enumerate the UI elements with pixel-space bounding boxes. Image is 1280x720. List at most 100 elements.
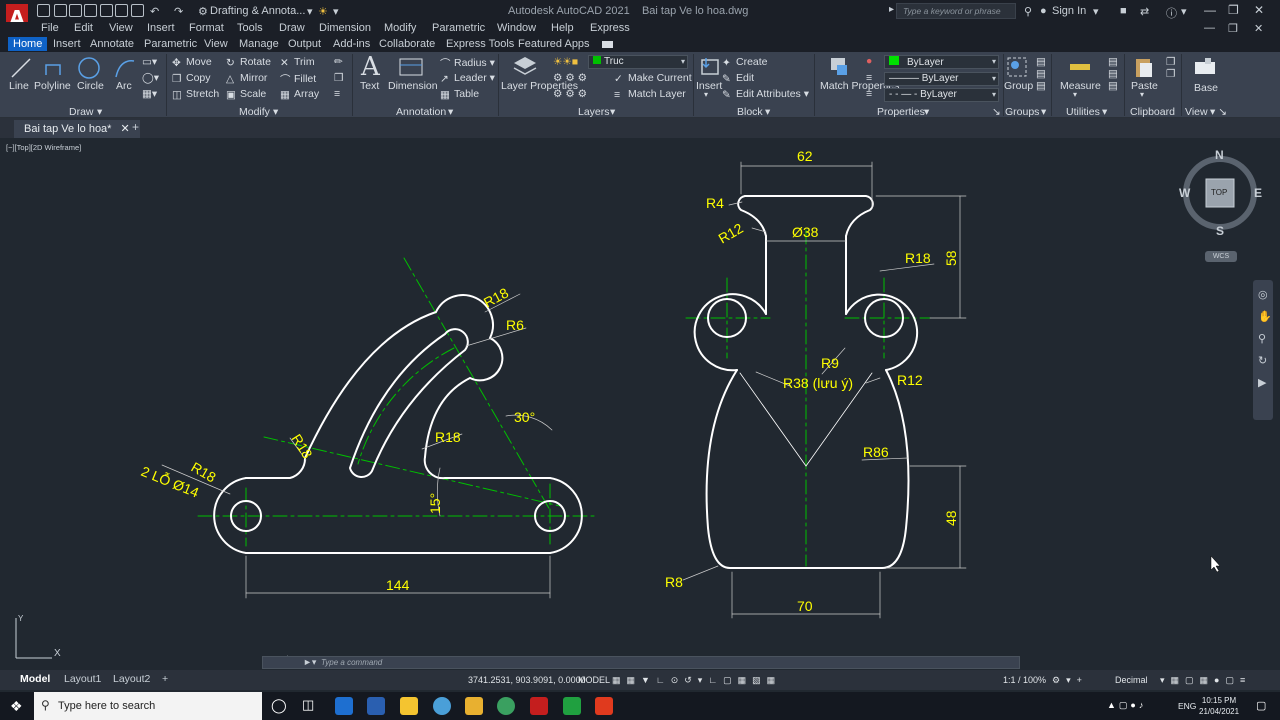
create-block-button[interactable]: ✦ Create xyxy=(722,56,768,69)
tab-collaborate[interactable]: Collaborate xyxy=(379,38,435,50)
ribbon-minimize-icon[interactable] xyxy=(602,41,613,48)
group-tool-icons[interactable]: ▤ ▤ ▤ xyxy=(1036,56,1046,92)
camtasia-icon[interactable] xyxy=(563,697,581,715)
cart-icon[interactable]: ■ xyxy=(1120,5,1127,17)
properties-panel-title[interactable]: Properties xyxy=(877,106,925,118)
menu-format[interactable]: Format xyxy=(189,22,224,34)
units-selector[interactable]: Decimal xyxy=(1115,675,1148,685)
save-icon[interactable] xyxy=(69,4,82,17)
paste-button[interactable]: Paste xyxy=(1131,80,1158,92)
save-web-icon[interactable] xyxy=(115,4,128,17)
menu-dimension[interactable]: Dimension xyxy=(319,22,371,34)
undo-icon[interactable]: ↶ xyxy=(150,5,159,18)
edge-icon[interactable] xyxy=(433,697,451,715)
menu-file[interactable]: File xyxy=(41,22,59,34)
stretch-button[interactable]: ◫ Stretch xyxy=(172,88,219,101)
tab-parametric[interactable]: Parametric xyxy=(144,38,197,50)
menu-modify[interactable]: Modify xyxy=(384,22,416,34)
showmotion-icon[interactable]: ▶ xyxy=(1258,376,1266,389)
utility-tool-icons[interactable]: ▤ ▤ ▤ xyxy=(1108,56,1118,92)
clipboard-tool-icons[interactable]: ❐ ❐ xyxy=(1166,56,1175,80)
lineweight-dropdown[interactable]: ——— ByLayer ▾ xyxy=(884,72,999,86)
circle-button[interactable]: Circle xyxy=(77,80,104,92)
taskbar-search[interactable]: ⚲ Type here to search xyxy=(34,692,262,720)
make-current-button[interactable]: ✓ Make Current xyxy=(614,72,692,85)
cmdline-prompt-icon[interactable]: ►▾ xyxy=(303,657,316,668)
tab-view[interactable]: View xyxy=(204,38,228,50)
status-tool-icons[interactable]: ▾▦▢▦●▢≡ xyxy=(1160,675,1251,686)
menu-parametric[interactable]: Parametric xyxy=(432,22,485,34)
hatch-icon[interactable]: ◯▾ xyxy=(142,72,159,84)
menu-draw[interactable]: Draw xyxy=(279,22,305,34)
measure-dropdown-icon[interactable]: ▾ xyxy=(1073,90,1077,99)
sticky-notes-icon[interactable] xyxy=(400,697,418,715)
tab-annotate[interactable]: Annotate xyxy=(90,38,134,50)
insert-dropdown-icon[interactable]: ▾ xyxy=(704,90,708,99)
close-icon[interactable]: ✕ xyxy=(1254,3,1264,17)
utilities-expand-icon[interactable]: ▾ xyxy=(1102,106,1107,118)
lineweight-icon[interactable]: ≡ xyxy=(866,72,872,84)
rotate-button[interactable]: ↻ Rotate xyxy=(226,56,271,69)
paste-dropdown-icon[interactable]: ▾ xyxy=(1140,90,1144,99)
layer-state-icons[interactable]: ☀☀■ xyxy=(553,56,578,68)
layers-panel-title[interactable]: Layers xyxy=(578,106,610,118)
open-web-icon[interactable] xyxy=(100,4,113,17)
viewcube-south[interactable]: S xyxy=(1216,224,1224,238)
workspace-dropdown-icon[interactable]: ▾ xyxy=(307,5,313,18)
help-search-input[interactable]: Type a keyword or phrase xyxy=(896,3,1016,19)
open-icon[interactable] xyxy=(54,4,67,17)
text-button[interactable]: Text xyxy=(360,80,379,92)
fillet-button[interactable]: ⌒ Fillet xyxy=(280,72,316,86)
model-space-toggle[interactable]: MODEL xyxy=(578,675,610,685)
layers-expand-icon[interactable]: ▾ xyxy=(610,106,615,118)
tab-layout1[interactable]: Layout1 xyxy=(64,673,101,685)
clipboard-panel-title[interactable]: Clipboard xyxy=(1130,106,1175,118)
radius-button[interactable]: ⌒ Radius ▾ xyxy=(440,56,495,70)
tab-insert[interactable]: Insert xyxy=(53,38,81,50)
linetype-dropdown[interactable]: - - — - ByLayer ▾ xyxy=(884,88,999,102)
draw-expand-icon[interactable]: ▾ xyxy=(97,106,102,118)
qat-more-icon[interactable]: ▾ xyxy=(333,5,339,18)
system-tray-icons[interactable]: ▲▢●♪ xyxy=(1107,700,1146,711)
dimension-button[interactable]: Dimension xyxy=(388,80,438,92)
help-dropdown-icon[interactable]: ▾ xyxy=(1181,5,1187,18)
menu-insert[interactable]: Insert xyxy=(147,22,175,34)
linetype-icon[interactable]: ≡ xyxy=(866,88,872,100)
table-button[interactable]: ▦ Table xyxy=(440,88,479,101)
copy-button[interactable]: ❐ Copy xyxy=(172,72,211,85)
document-tab-close-icon[interactable]: ✕ xyxy=(121,123,130,135)
task-view-icon[interactable]: ◫ xyxy=(302,697,314,713)
draw-panel-title[interactable]: Draw xyxy=(69,106,94,118)
recorder-icon[interactable] xyxy=(595,697,613,715)
rectangle-icon[interactable]: ▭▾ xyxy=(142,56,157,68)
menu-edit[interactable]: Edit xyxy=(74,22,93,34)
drafting-toggles-icons[interactable]: ▦▦▼∟⊙↺▾∟▢▦▧▦ xyxy=(612,675,781,686)
text-icon[interactable]: A xyxy=(361,52,380,82)
line-button[interactable]: Line xyxy=(9,80,29,92)
taskbar-clock[interactable]: 10:15 PM 21/04/2021 xyxy=(1199,695,1239,717)
calculator-icon[interactable] xyxy=(335,697,353,715)
autocad-taskbar-icon[interactable] xyxy=(530,697,548,715)
new-tab-icon[interactable]: + xyxy=(132,120,139,134)
new-icon[interactable] xyxy=(37,4,50,17)
command-line[interactable]: ►▾ Type a command xyxy=(262,656,1020,669)
edit-block-button[interactable]: ✎ Edit xyxy=(722,72,754,85)
menu-tools[interactable]: Tools xyxy=(237,22,263,34)
measure-button[interactable]: Measure xyxy=(1060,80,1101,92)
menu-express[interactable]: Express xyxy=(590,22,630,34)
groups-expand-icon[interactable]: ▾ xyxy=(1041,106,1046,118)
color-dropdown[interactable]: ByLayer ▾ xyxy=(884,55,999,69)
mirror-button[interactable]: △ Mirror xyxy=(226,72,267,85)
arc-button[interactable]: Arc xyxy=(116,80,132,92)
polyline-button[interactable]: Polyline xyxy=(34,80,71,92)
erase-icon[interactable]: ✏ xyxy=(334,56,343,68)
utilities-panel-title[interactable]: Utilities xyxy=(1066,106,1100,118)
wcs-menu[interactable]: WCS xyxy=(1205,251,1237,262)
tab-manage[interactable]: Manage xyxy=(239,38,279,50)
tab-express-tools[interactable]: Express Tools xyxy=(446,38,514,50)
cursor-coordinates[interactable]: 3741.2531, 903.9091, 0.0000 xyxy=(468,675,586,685)
command-input[interactable]: Type a command xyxy=(321,658,382,667)
array-button[interactable]: ▦ Array xyxy=(280,88,319,101)
base-button[interactable]: Base xyxy=(1194,82,1218,94)
save-as-icon[interactable] xyxy=(84,4,97,17)
